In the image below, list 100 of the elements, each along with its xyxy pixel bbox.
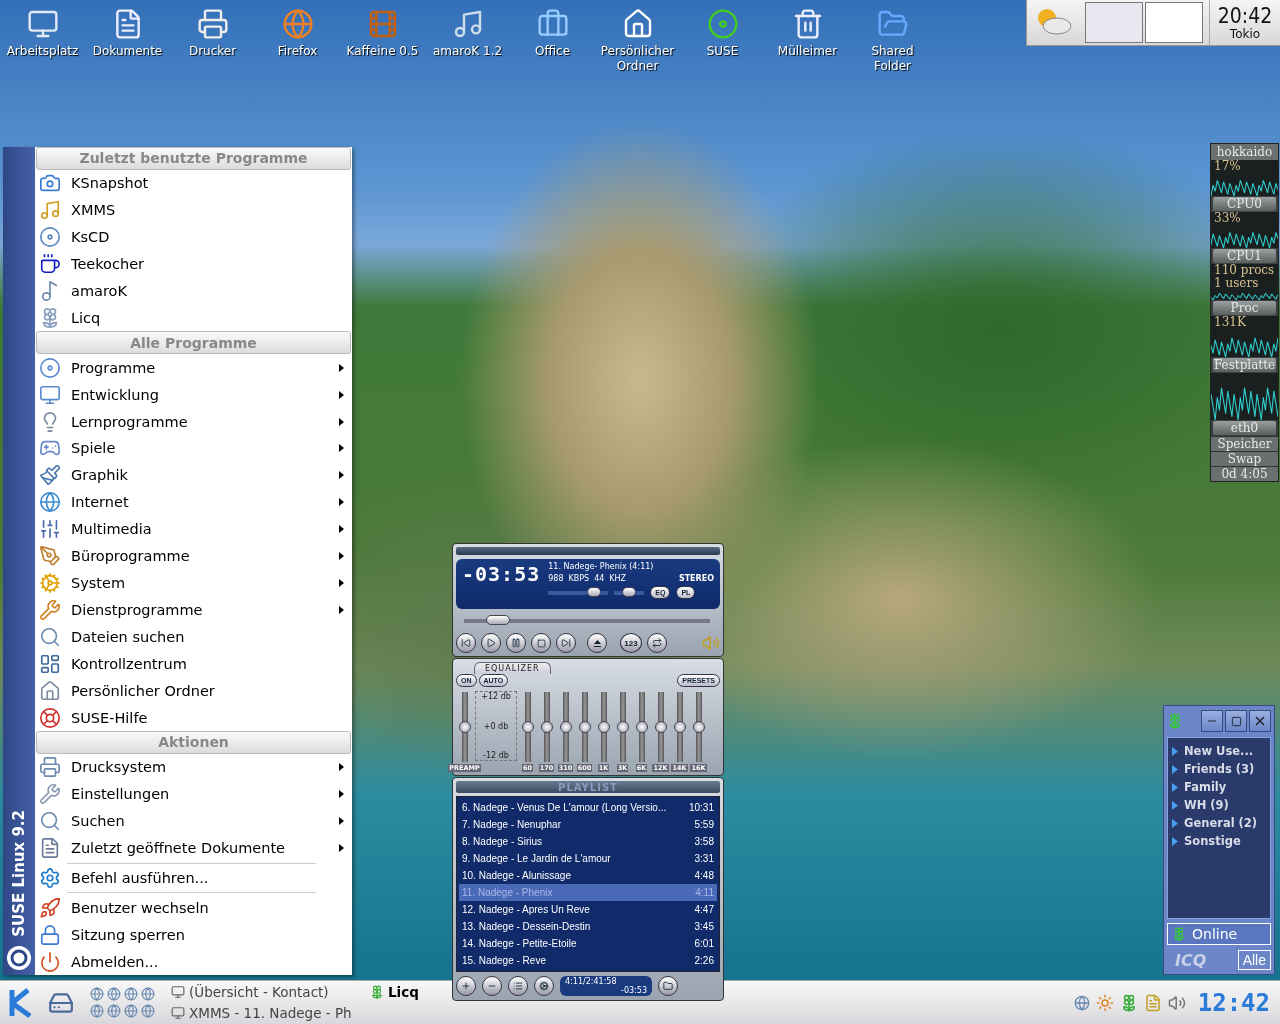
menu-item[interactable]: Befehl ausführen...	[35, 864, 352, 892]
slider-thumb[interactable]	[458, 721, 471, 733]
menu-item[interactable]: Benutzer wechseln	[35, 894, 352, 922]
slider-thumb[interactable]	[692, 721, 705, 733]
menu-item[interactable]: Spiele	[35, 435, 352, 462]
launcher-icon[interactable]	[90, 987, 104, 1001]
playlist-row[interactable]: 9. Nadege - Le Jardin de L'amour 3:31	[459, 850, 717, 867]
volume-thumb[interactable]	[587, 586, 602, 597]
playlist-row[interactable]: 15. Nadege - Reve 2:26	[459, 952, 717, 969]
menu-item[interactable]: Licq	[35, 304, 352, 332]
pause-button[interactable]	[506, 633, 526, 653]
menu-item[interactable]: Büroprogramme	[35, 542, 352, 570]
task-button[interactable]: (Übersicht - Kontact)	[171, 982, 366, 1002]
launcher-icon[interactable]	[107, 1004, 121, 1018]
playlist-row[interactable]: 7. Nadege - Nenuphar 5:59	[459, 816, 717, 833]
repeat-button[interactable]	[647, 633, 667, 653]
menu-item[interactable]: Internet	[35, 488, 352, 516]
menu-item[interactable]: Zuletzt geöffnete Dokumente	[35, 834, 352, 862]
contact-group[interactable]: Sonstige	[1172, 834, 1266, 848]
folder-button[interactable]	[658, 976, 678, 996]
previous-button[interactable]	[456, 633, 476, 653]
pager-desktop[interactable]	[1085, 2, 1143, 43]
next-button[interactable]	[556, 633, 576, 653]
balance-thumb[interactable]	[622, 586, 637, 597]
playlist-row[interactable]: 14. Nadege - Petite-Etoile 6:01	[459, 935, 717, 952]
contact-group[interactable]: New Use...	[1172, 744, 1266, 758]
menu-item[interactable]: System	[35, 569, 352, 597]
menu-item[interactable]: Dateien suchen	[35, 623, 352, 651]
desktop-icon-label[interactable]: Shared Folder	[852, 44, 933, 74]
contact-group[interactable]: Family	[1172, 780, 1266, 794]
misc-button[interactable]	[534, 976, 554, 996]
list-button[interactable]	[508, 976, 528, 996]
desktop-icon-label[interactable]: Drucker	[188, 44, 237, 59]
desktop-icon-label[interactable]: Dokumente	[92, 44, 163, 59]
status-selector[interactable]: Online	[1167, 923, 1271, 945]
computer-icon[interactable]	[26, 8, 59, 40]
contact-group[interactable]: WH (9)	[1172, 798, 1266, 812]
menu-item[interactable]: Dienstprogramme	[35, 596, 352, 624]
desktop-icon-label[interactable]: Kaffeine 0.5	[346, 44, 419, 59]
slider-thumb[interactable]	[616, 721, 629, 733]
desktop-icon-label[interactable]: Arbeitsplatz	[6, 44, 79, 59]
disc-icon[interactable]	[706, 8, 739, 40]
launcher-icon[interactable]	[141, 987, 155, 1001]
shuffle-button[interactable]: 123	[620, 633, 642, 653]
remove-button[interactable]	[482, 976, 502, 996]
menu-item[interactable]: Entwicklung	[35, 381, 352, 409]
menu-item[interactable]: Drucksystem	[35, 753, 352, 781]
contact-group[interactable]: Friends (3)	[1172, 762, 1266, 776]
desktop-icon-label[interactable]: Firefox	[277, 44, 318, 59]
task-button[interactable]: Licq	[370, 982, 419, 1002]
playlist-row[interactable]: 6. Nadege - Venus De L'amour (Long Versio... 10:31	[459, 799, 717, 816]
slider-thumb[interactable]	[521, 721, 534, 733]
launcher-icon[interactable]	[107, 987, 121, 1001]
menu-item[interactable]: Einstellungen	[35, 780, 352, 808]
slider-thumb[interactable]	[654, 721, 667, 733]
desktop-icon-label[interactable]: SUSE	[706, 44, 739, 59]
launcher-icon[interactable]	[124, 987, 138, 1001]
slider-thumb[interactable]	[540, 721, 553, 733]
desktop-icon-label[interactable]: Office	[535, 44, 570, 59]
desktop-icon-label[interactable]: amaroK 1.2	[432, 44, 503, 59]
menu-item[interactable]: Abmelden...	[35, 948, 352, 976]
add-button[interactable]	[456, 976, 476, 996]
launcher-icon[interactable]	[90, 1004, 104, 1018]
pager-desktop[interactable]	[1145, 2, 1203, 43]
menu-item[interactable]: Teekocher	[35, 250, 352, 278]
menu-item[interactable]: Suchen	[35, 807, 352, 835]
speaker-icon[interactable]	[1167, 993, 1186, 1012]
slider-thumb[interactable]	[597, 721, 610, 733]
slider-thumb[interactable]	[578, 721, 591, 733]
menu-item[interactable]: Kontrollzentrum	[35, 650, 352, 678]
slider-thumb[interactable]	[559, 721, 572, 733]
menu-item[interactable]: Lernprogramme	[35, 408, 352, 435]
task-button[interactable]: XMMS - 11. Nadege - Ph	[171, 1003, 366, 1023]
printer-icon[interactable]	[196, 8, 229, 40]
stop-button[interactable]	[531, 633, 551, 653]
menu-item[interactable]: KsCD	[35, 223, 352, 251]
play-button[interactable]	[481, 633, 501, 653]
sun-icon[interactable]	[1095, 993, 1114, 1012]
playlist-row[interactable]: 10. Nadege - Alunissage 4:48	[459, 867, 717, 884]
playlist-row[interactable]: 12. Nadege - Apres Un Reve 4:47	[459, 901, 717, 918]
minimize-button[interactable]	[1201, 710, 1223, 732]
slider-thumb[interactable]	[635, 721, 648, 733]
menu-item[interactable]: SUSE-Hilfe	[35, 704, 352, 731]
playlist-row[interactable]: 13. Nadege - Dessein-Destin 3:45	[459, 918, 717, 935]
playlist-row[interactable]: 8. Nadege - Sirius 3:58	[459, 833, 717, 850]
desktop-icon-label[interactable]: Persönlicher Ordner	[597, 44, 678, 74]
close-button[interactable]	[1249, 710, 1271, 732]
seek-thumb[interactable]	[486, 615, 511, 625]
menu-item[interactable]: XMMS	[35, 196, 352, 224]
launcher-icon[interactable]	[124, 1004, 138, 1018]
menu-item[interactable]: KSnapshot	[35, 169, 352, 197]
slider-thumb[interactable]	[673, 721, 686, 733]
menu-item[interactable]: Sitzung sperren	[35, 921, 352, 949]
menu-item[interactable]: Persönlicher Ordner	[35, 677, 352, 705]
contact-group[interactable]: General (2)	[1172, 816, 1266, 830]
globe-icon[interactable]	[1073, 994, 1090, 1011]
launcher-icon[interactable]	[141, 1004, 155, 1018]
menu-item[interactable]: Multimedia	[35, 515, 352, 543]
eject-button[interactable]	[587, 633, 607, 653]
maximize-button[interactable]	[1225, 710, 1247, 732]
